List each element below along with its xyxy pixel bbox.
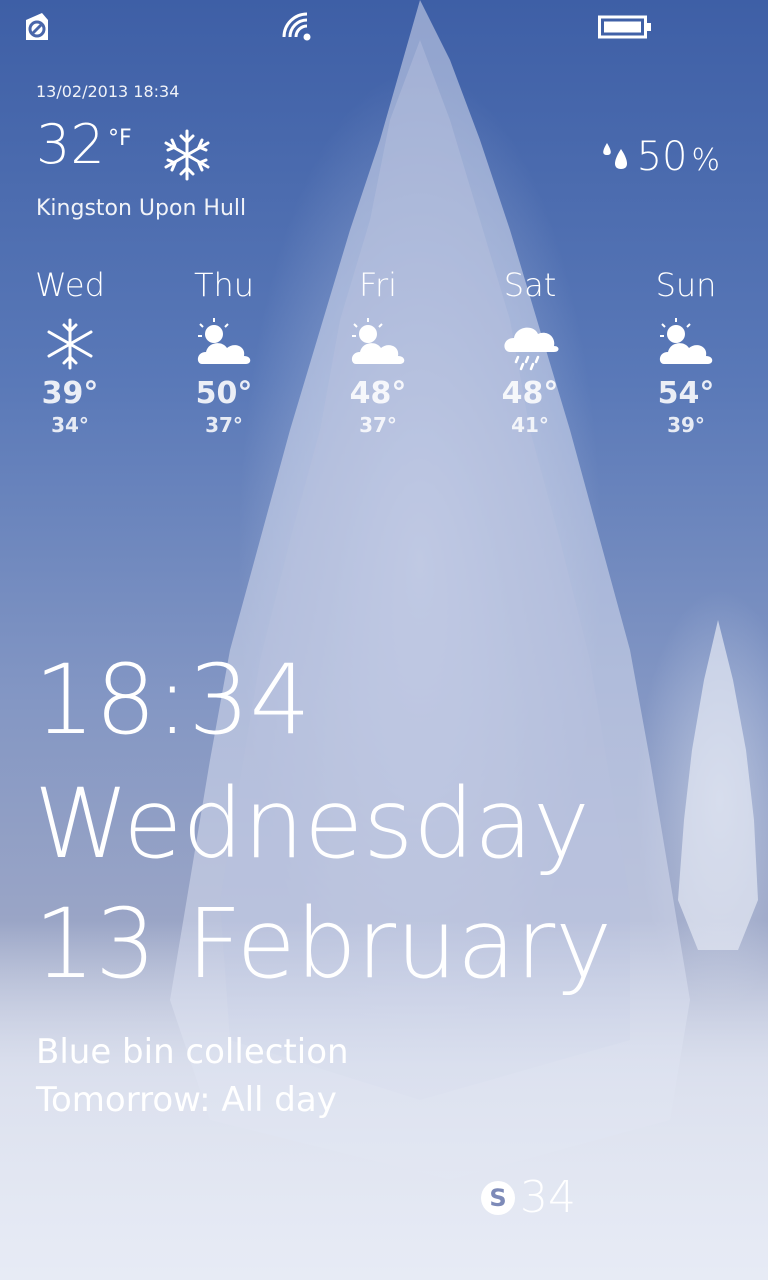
- snowflake-icon: [164, 129, 210, 181]
- forecast-high: 48°: [349, 376, 407, 411]
- humidity-drops-icon: [602, 143, 627, 169]
- forecast-day-name: Thu: [193, 266, 255, 304]
- snowflake-icon: [47, 318, 93, 370]
- skype-icon: S: [481, 1180, 515, 1215]
- humidity-unit: %: [691, 143, 720, 178]
- forecast-high: 54°: [657, 376, 715, 411]
- humidity-readout: 50 %: [599, 134, 720, 180]
- weather-forecast: Wed 39° 34° Thu 50° 37° Fri 48° 37° Sat …: [0, 266, 768, 466]
- forecast-low: 39°: [667, 413, 705, 437]
- forecast-high: 48°: [501, 376, 559, 411]
- partly-cloudy-icon: [351, 318, 405, 364]
- humidity-value: 50: [636, 134, 688, 180]
- lockscreen-date: 13 February: [34, 888, 613, 1000]
- forecast-high: 50°: [195, 376, 253, 411]
- forecast-day-fri: Fri 48° 37°: [318, 266, 438, 437]
- small-tree-image: [678, 620, 758, 950]
- forecast-day-name: Sat: [503, 266, 557, 304]
- notification-icon: [26, 13, 48, 40]
- svg-text:S: S: [489, 1184, 506, 1212]
- forecast-day-sat: Sat 48° 41°: [470, 266, 590, 437]
- calendar-event-time: Tomorrow: All day: [36, 1080, 337, 1120]
- calendar-event-title: Blue bin collection: [36, 1032, 349, 1072]
- skype-notification: S 34: [480, 1172, 576, 1223]
- status-bar: [0, 0, 768, 60]
- temperature-unit: °F: [108, 126, 132, 151]
- forecast-day-wed: Wed 39° 34°: [10, 266, 130, 437]
- forecast-day-sun: Sun 54° 39°: [626, 266, 746, 437]
- partly-cloudy-icon: [659, 318, 713, 364]
- lockscreen-time: 18:34: [34, 644, 311, 756]
- forecast-day-name: Sun: [655, 266, 717, 304]
- forecast-day-name: Wed: [35, 266, 105, 304]
- forecast-low: 37°: [205, 413, 243, 437]
- battery-icon: [598, 15, 651, 39]
- weather-location: Kingston Upon Hull: [36, 196, 247, 221]
- forecast-low: 34°: [51, 413, 89, 437]
- current-temperature: 32: [36, 113, 105, 176]
- wifi-icon: [282, 12, 311, 41]
- rain-cloud-icon: [504, 327, 559, 371]
- forecast-high: 39°: [41, 376, 99, 411]
- weather-updated-time: 13/02/2013 18:34: [36, 82, 180, 101]
- forecast-low: 37°: [359, 413, 397, 437]
- forecast-day-thu: Thu 50° 37°: [164, 266, 284, 437]
- skype-count: 34: [520, 1172, 576, 1223]
- forecast-day-name: Fri: [358, 266, 398, 304]
- partly-cloudy-icon: [197, 318, 251, 364]
- lockscreen-weekday: Wednesday: [34, 768, 590, 880]
- forecast-low: 41°: [511, 413, 549, 437]
